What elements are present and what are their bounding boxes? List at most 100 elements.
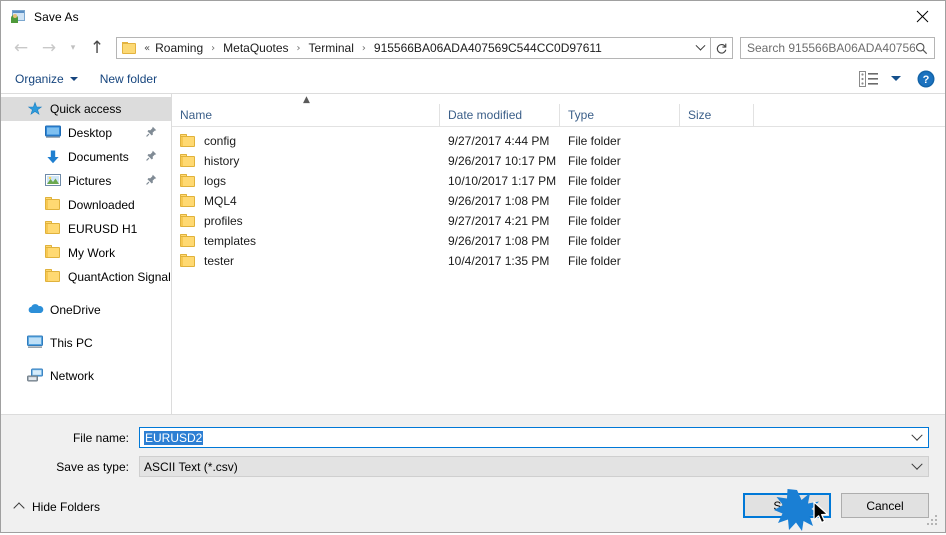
file-name-text: config (204, 134, 237, 148)
desktop-icon (45, 125, 61, 141)
chevron-down-icon[interactable] (891, 76, 901, 81)
pin-icon[interactable] (146, 150, 157, 164)
breadcrumb-separator[interactable]: › (356, 43, 372, 54)
organize-button[interactable]: Organize (15, 72, 78, 86)
sidebar-item-this-pc[interactable]: This PC (1, 331, 171, 355)
column-header-size[interactable]: Size (680, 104, 754, 126)
search-box[interactable]: Search 915566BA06ADA40756... (740, 37, 935, 59)
search-icon[interactable] (915, 42, 934, 55)
hide-folders-button[interactable]: Hide Folders (13, 500, 100, 514)
sidebar-item-pictures[interactable]: Pictures (1, 169, 171, 193)
table-row[interactable]: profiles 9/27/2017 4:21 PM File folder (172, 211, 945, 231)
sidebar-item-desktop[interactable]: Desktop (1, 121, 171, 145)
breadcrumb-overflow[interactable]: « (141, 43, 153, 54)
table-row[interactable]: config 9/27/2017 4:44 PM File folder (172, 131, 945, 151)
save-as-type-select[interactable]: ASCII Text (*.csv) (139, 456, 929, 477)
sidebar-item-quick-access[interactable]: Quick access (1, 97, 171, 121)
chevron-down-icon[interactable] (906, 457, 928, 476)
refresh-icon[interactable] (711, 37, 733, 59)
column-header-date-modified[interactable]: Date modified (440, 104, 560, 126)
star-glyph (27, 101, 43, 115)
sidebar-item-network[interactable]: Network (1, 364, 171, 388)
recent-locations-chevron-icon[interactable]: ▾ (63, 34, 83, 62)
file-type-cell: File folder (568, 174, 621, 188)
help-icon[interactable]: ? (917, 70, 935, 88)
breadcrumb-item-roaming[interactable]: Roaming (153, 41, 205, 55)
sidebar-item-documents[interactable]: Documents (1, 145, 171, 169)
save-as-type-row: Save as type: ASCII Text (*.csv) (17, 456, 929, 477)
pin-icon[interactable] (146, 174, 157, 188)
sidebar-item-eurusd-h1[interactable]: EURUSD H1 (1, 217, 171, 241)
pin-icon[interactable] (146, 126, 157, 140)
breadcrumb-separator[interactable]: › (291, 43, 307, 54)
save-as-type-value: ASCII Text (*.csv) (144, 459, 238, 474)
breadcrumb-item-terminal-id[interactable]: 915566BA06ADA407569C544CC0D97611 (372, 41, 604, 55)
folder-icon (122, 41, 137, 55)
sidebar-item-label: Desktop (68, 126, 113, 140)
sidebar-item-label: QuantAction Signal (68, 270, 171, 284)
file-type-cell: File folder (568, 254, 621, 268)
breadcrumb-separator[interactable]: › (205, 43, 221, 54)
table-row[interactable]: logs 10/10/2017 1:17 PM File folder (172, 171, 945, 191)
forward-arrow-icon[interactable]: → (35, 34, 63, 62)
desktop-glyph (45, 125, 61, 138)
breadcrumb[interactable]: « Roaming › MetaQuotes › Terminal › 9155… (116, 37, 711, 59)
download-arrow-glyph (47, 150, 59, 164)
sidebar-item-label: Network (50, 369, 95, 383)
folder-icon (180, 154, 196, 168)
file-name-text: profiles (204, 214, 243, 228)
file-name-text: history (204, 154, 240, 168)
file-date-cell: 9/26/2017 10:17 PM (448, 154, 557, 168)
file-date-cell: 10/4/2017 1:35 PM (448, 254, 550, 268)
folder-icon (180, 174, 196, 188)
file-name-input[interactable]: EURUSD2 (139, 427, 929, 448)
new-folder-button[interactable]: New folder (100, 72, 157, 86)
refresh-glyph (716, 43, 727, 54)
documents-download-icon (45, 149, 61, 165)
pin-glyph (146, 174, 157, 185)
column-header-name[interactable]: Name (172, 104, 440, 126)
save-as-dialog: Save As ← → ▾ ↑ « Roaming › MetaQuotes ›… (0, 0, 946, 533)
sidebar-item-label: EURUSD H1 (68, 222, 138, 236)
sidebar-item-quantaction-signal[interactable]: QuantAction Signal (1, 265, 171, 289)
file-date-cell: 9/26/2017 1:08 PM (448, 194, 550, 208)
chevron-down-icon[interactable] (906, 428, 928, 447)
search-input[interactable]: Search 915566BA06ADA40756... (741, 41, 915, 55)
sidebar-item-label: Downloaded (68, 198, 135, 212)
table-row[interactable]: tester 10/4/2017 1:35 PM File folder (172, 251, 945, 271)
save-as-window-icon (10, 9, 26, 25)
resize-grip-icon[interactable] (926, 514, 940, 528)
sidebar-item-label: Quick access (50, 102, 122, 116)
table-row[interactable]: MQL4 9/26/2017 1:08 PM File folder (172, 191, 945, 211)
breadcrumb-item-metaquotes[interactable]: MetaQuotes (221, 41, 290, 55)
cancel-button[interactable]: Cancel (841, 493, 929, 518)
pictures-glyph (45, 174, 61, 186)
network-icon (27, 368, 43, 384)
pin-glyph (146, 126, 157, 137)
folder-icon (45, 221, 61, 237)
sidebar-item-label: OneDrive (50, 303, 101, 317)
address-bar: ← → ▾ ↑ « Roaming › MetaQuotes › Termina… (1, 32, 945, 64)
table-row[interactable]: templates 9/26/2017 1:08 PM File folder (172, 231, 945, 251)
file-name-selected-text: EURUSD2 (144, 430, 204, 445)
breadcrumb-item-terminal[interactable]: Terminal (307, 41, 356, 55)
file-name-text: templates (204, 234, 257, 248)
sidebar-item-label: This PC (50, 336, 93, 350)
table-row[interactable]: history 9/26/2017 10:17 PM File folder (172, 151, 945, 171)
sidebar-item-downloaded[interactable]: Downloaded (1, 193, 171, 217)
back-arrow-icon[interactable]: ← (7, 34, 35, 62)
folder-icon (180, 194, 196, 208)
sidebar-item-my-work[interactable]: My Work (1, 241, 171, 265)
computer-glyph (27, 335, 43, 348)
up-arrow-icon[interactable]: ↑ (83, 34, 111, 62)
close-icon[interactable] (899, 1, 945, 31)
view-layout-icon[interactable] (859, 70, 879, 87)
window-title: Save As (34, 9, 79, 24)
chevron-down-icon (69, 76, 78, 81)
chevron-down-icon[interactable] (690, 38, 710, 58)
file-name-cell: history (172, 154, 440, 168)
this-pc-icon (27, 335, 43, 351)
column-header-type[interactable]: Type (560, 104, 680, 126)
sidebar-item-onedrive[interactable]: OneDrive (1, 298, 171, 322)
save-button[interactable]: Save (743, 493, 831, 518)
